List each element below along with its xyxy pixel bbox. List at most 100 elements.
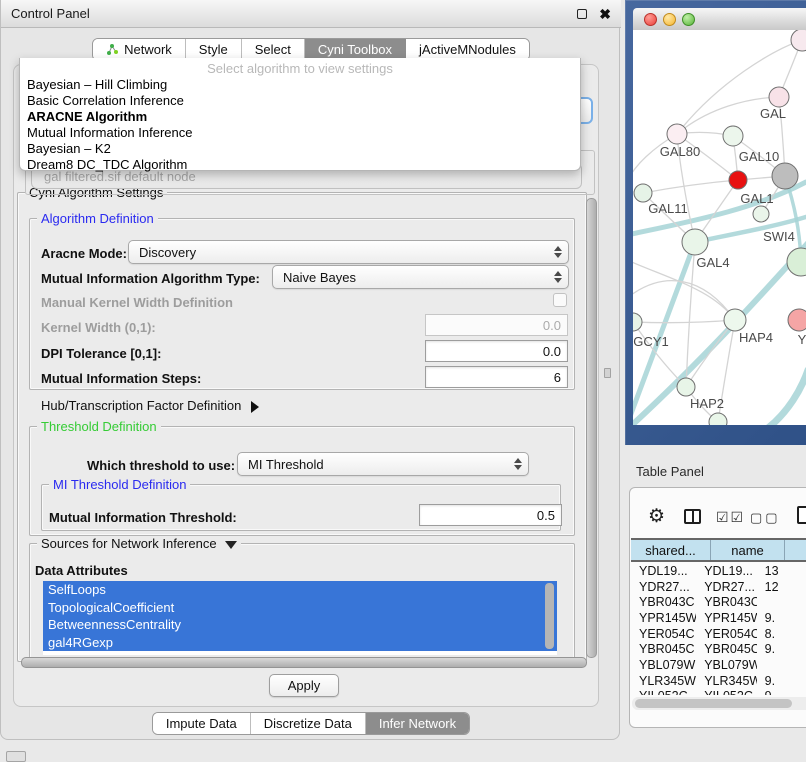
node-gray[interactable] xyxy=(772,163,798,189)
table-cell: YBR043C xyxy=(631,595,696,609)
attribute-item[interactable]: BetweennessCentrality xyxy=(43,616,557,634)
table-row[interactable]: YDL19...YDL19...13 xyxy=(631,563,806,579)
hub-definition-label: Hub/Transcription Factor Definition xyxy=(41,398,241,413)
node-gal80[interactable] xyxy=(667,124,687,144)
hub-definition-expander[interactable]: Hub/Transcription Factor Definition xyxy=(41,398,259,413)
table-row[interactable]: YBR043CYBR043C xyxy=(631,594,806,610)
table-panel-title: Table Panel xyxy=(636,464,704,479)
node-hap2[interactable] xyxy=(677,378,695,396)
column-layout-icon[interactable] xyxy=(684,509,701,524)
algorithm-option[interactable]: ARACNE Algorithm xyxy=(20,109,580,125)
table-cell: YDL19... xyxy=(696,564,756,578)
zoom-traffic-light-icon[interactable] xyxy=(682,13,695,26)
data-attributes-label: Data Attributes xyxy=(35,563,128,578)
float-window-icon[interactable] xyxy=(577,9,587,19)
settings-vertical-scrollbar[interactable] xyxy=(586,198,597,658)
table-header-cell[interactable]: name xyxy=(711,540,785,560)
sources-title-text: Sources for Network Inference xyxy=(41,536,217,551)
table-row[interactable]: YBR045CYBR045C9. xyxy=(631,641,806,657)
dpi-tolerance-field[interactable]: 0.0 xyxy=(425,340,568,362)
table-cell: YIL052C xyxy=(631,689,696,695)
node-hap4[interactable] xyxy=(724,309,746,331)
tab-cyni-toolbox[interactable]: Cyni Toolbox xyxy=(305,39,406,60)
table-cell: 9. xyxy=(757,642,806,656)
bottom-tab-impute-data[interactable]: Impute Data xyxy=(153,713,251,734)
bottom-tabs: Impute DataDiscretize DataInfer Network xyxy=(152,712,470,735)
table-row[interactable]: YDR27...YDR27...12 xyxy=(631,579,806,595)
node-top-right[interactable] xyxy=(791,30,806,51)
minimized-panel-icon[interactable] xyxy=(6,751,26,762)
kernel-width-field[interactable]: 0.0 xyxy=(425,314,568,336)
algorithm-option[interactable]: Bayesian – K2 xyxy=(20,141,580,157)
select-all-checkboxes-icon[interactable]: ☑☑ xyxy=(716,509,745,526)
bottom-tab-infer-network[interactable]: Infer Network xyxy=(366,713,469,734)
export-table-icon[interactable] xyxy=(797,506,806,524)
table-cell: YDR27... xyxy=(696,580,756,594)
tab-network[interactable]: Network xyxy=(93,39,186,60)
tab-select[interactable]: Select xyxy=(242,39,305,60)
close-icon[interactable]: ✖ xyxy=(599,9,611,19)
algorithm-option[interactable]: Basic Correlation Inference xyxy=(20,93,580,109)
table-cell: YBR043C xyxy=(696,595,756,609)
settings-horizontal-scrollbar[interactable] xyxy=(21,657,587,668)
table-cell: YBR045C xyxy=(696,642,756,656)
table-row[interactable]: YIL052CYIL052C9 xyxy=(631,689,806,696)
node-salmon-label: Y xyxy=(798,332,806,347)
panel-splitter-grip[interactable] xyxy=(604,368,611,378)
network-canvas[interactable]: GALGAL80GAL10GAL1GAL11SWI4GAL4GCY1HAP4YH… xyxy=(633,30,806,425)
node-salmon[interactable] xyxy=(788,309,806,331)
attribute-item[interactable]: TopologicalCoefficient xyxy=(43,599,557,617)
node-btm-green[interactable] xyxy=(709,413,727,425)
mi-steps-value: 6 xyxy=(554,370,561,385)
table-row[interactable]: YLR345WYLR345W9. xyxy=(631,673,806,689)
aracne-mode-combo[interactable]: Discovery xyxy=(128,240,569,264)
node-big-green[interactable] xyxy=(787,248,806,276)
node-swi4[interactable] xyxy=(753,206,769,222)
table-cell: 9. xyxy=(757,611,806,625)
which-threshold-combo[interactable]: MI Threshold xyxy=(237,452,529,476)
dpi-tolerance-label: DPI Tolerance [0,1]: xyxy=(41,346,161,361)
algorithm-option[interactable]: Dream8 DC_TDC Algorithm xyxy=(20,157,580,173)
close-traffic-light-icon[interactable] xyxy=(644,13,657,26)
table-cell: YER054C xyxy=(696,627,756,641)
tab-style[interactable]: Style xyxy=(186,39,242,60)
mi-steps-field[interactable]: 6 xyxy=(425,366,568,388)
algorithm-option[interactable]: Mutual Information Inference xyxy=(20,125,580,141)
minimize-traffic-light-icon[interactable] xyxy=(663,13,676,26)
node-gcy1[interactable] xyxy=(633,313,642,331)
which-threshold-label: Which threshold to use: xyxy=(87,458,235,473)
table-horizontal-scrollbar-thumb[interactable] xyxy=(635,699,792,708)
bottom-tab-discretize-data[interactable]: Discretize Data xyxy=(251,713,366,734)
collapse-down-icon xyxy=(225,541,237,549)
sources-group-title[interactable]: Sources for Network Inference xyxy=(37,536,241,551)
network-icon xyxy=(106,43,119,56)
apply-button[interactable]: Apply xyxy=(269,674,339,697)
table-row[interactable]: YER054CYER054C8. xyxy=(631,626,806,642)
mi-threshold-definition-title: MI Threshold Definition xyxy=(49,477,190,492)
attribute-item[interactable]: SelfLoops xyxy=(43,581,557,599)
attributes-list-scrollbar[interactable] xyxy=(545,583,554,649)
kernel-width-value: 0.0 xyxy=(543,318,561,333)
combo-stepper-icon xyxy=(548,246,568,258)
table-row[interactable]: YBL079WYBL079W xyxy=(631,657,806,673)
table-header-cell[interactable]: shared... xyxy=(631,540,711,560)
table-cell: YBL079W xyxy=(696,658,756,672)
algorithm-option[interactable]: Bayesian – Hill Climbing xyxy=(20,77,580,93)
deselect-checkboxes-icon[interactable]: ▢▢ xyxy=(750,510,781,526)
attribute-item[interactable]: gal4RGexp xyxy=(43,634,557,652)
table-cell: 8. xyxy=(757,627,806,641)
table-row[interactable]: YPR145WYPR145W9. xyxy=(631,610,806,626)
network-window-titlebar[interactable] xyxy=(633,8,806,30)
table-settings-gear-icon[interactable]: ⚙ xyxy=(648,505,665,528)
mi-threshold-field[interactable]: 0.5 xyxy=(419,504,562,526)
node-gal4[interactable] xyxy=(682,229,708,255)
data-attributes-list[interactable]: SelfLoopsTopologicalCoefficientBetweenne… xyxy=(43,581,557,655)
table-header-cell[interactable]: A xyxy=(785,540,806,560)
mi-type-combo[interactable]: Naive Bayes xyxy=(272,265,569,289)
node-gal-cut[interactable] xyxy=(769,87,789,107)
node-gal1[interactable] xyxy=(729,171,747,189)
tab-jactivemnodules[interactable]: jActiveMNodules xyxy=(406,39,529,60)
node-gal11[interactable] xyxy=(634,184,652,202)
manual-kernel-checkbox[interactable] xyxy=(553,293,567,307)
node-gal10[interactable] xyxy=(723,126,743,146)
